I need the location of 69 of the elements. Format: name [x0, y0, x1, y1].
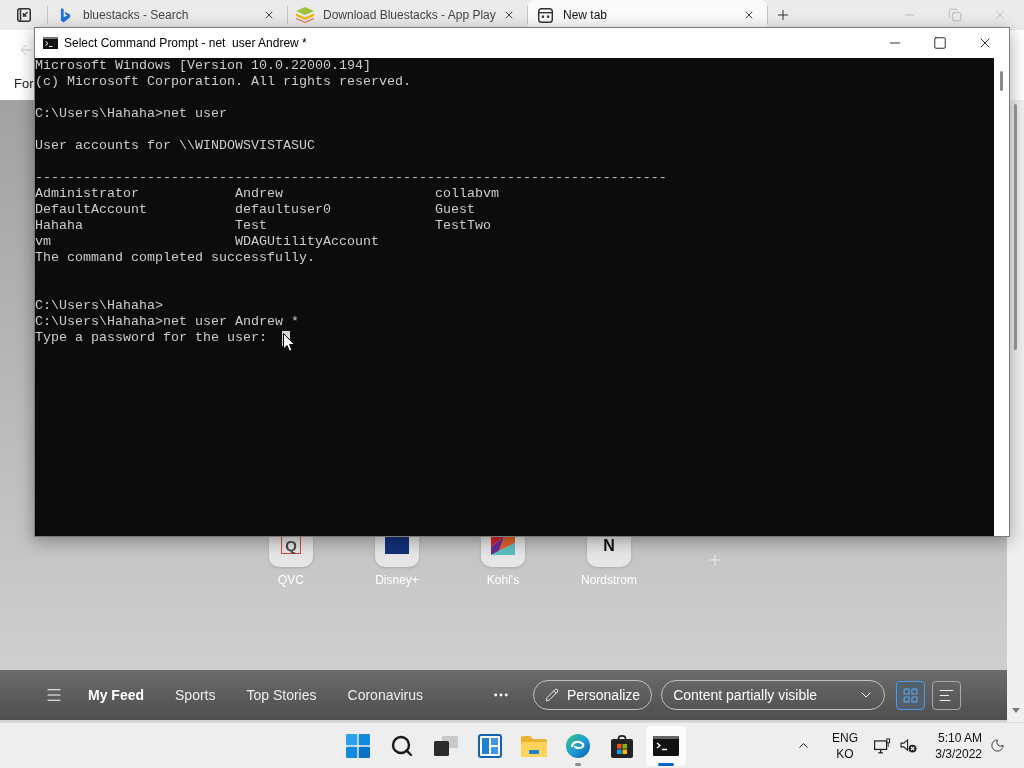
task-view-icon — [434, 735, 458, 756]
grid-icon — [902, 686, 920, 704]
toolbar-text[interactable]: For — [14, 76, 34, 91]
maximize-icon[interactable] — [933, 36, 947, 50]
console-line: C:\Users\Hahaha>net user — [35, 106, 227, 122]
console-line: Microsoft Windows [Version 10.0.22000.194] — [35, 58, 371, 74]
stacked-layers-icon — [296, 7, 314, 23]
volume-muted-icon[interactable] — [900, 738, 917, 753]
account-name: WDAGUtilityAccount — [235, 234, 379, 249]
taskbar-button[interactable] — [646, 725, 686, 766]
moon-icon[interactable] — [990, 738, 1005, 753]
account-name: Administrator — [35, 186, 139, 201]
console-line: (c) Microsoft Corporation. All rights reserved. — [35, 74, 411, 90]
new-tab-icon — [537, 7, 553, 23]
console-line: The command completed successfully. — [35, 250, 315, 266]
close-icon[interactable] — [743, 9, 755, 21]
account-name: vm — [35, 234, 51, 249]
browser-tab[interactable]: New tab — [528, 0, 767, 30]
geometric-logo-icon — [491, 537, 515, 555]
shortcut-tile[interactable] — [375, 537, 419, 567]
close-icon[interactable] — [263, 9, 275, 21]
logo-icon — [385, 537, 409, 554]
scrollbar-thumb[interactable] — [1014, 104, 1017, 350]
logo-letter: N — [603, 537, 615, 554]
shortcut-tile[interactable] — [481, 537, 525, 567]
account-name: Guest — [435, 202, 475, 217]
browser-tab[interactable]: bluestacks - Search — [48, 0, 287, 30]
search-icon — [390, 733, 414, 758]
shopping-bag-icon — [610, 733, 634, 758]
scroll-down-arrow-icon[interactable] — [1011, 708, 1020, 713]
feed-tab[interactable]: My Feed — [88, 684, 144, 706]
console-line: ------------------------------------------------------------------------------- — [35, 170, 667, 186]
clock[interactable]: 5:10 AM 3/3/2022 — [930, 729, 982, 762]
shortcut-tile[interactable]: Q — [269, 537, 313, 567]
window-title: Select Command Prompt - net user Andrew * — [64, 35, 307, 52]
account-name: defaultuser0 — [235, 202, 331, 217]
console-line: C:\Users\Hahaha>net user Andrew * — [35, 314, 299, 330]
browser-logo-icon — [566, 733, 590, 758]
account-name: TestTwo — [435, 218, 491, 233]
account-name: DefaultAccount — [35, 202, 147, 217]
account-name: collabvm — [435, 186, 499, 201]
feed-tab[interactable]: Coronavirus — [347, 684, 423, 706]
widgets-icon — [478, 733, 502, 758]
language-indicator[interactable]: ENG KO — [828, 729, 862, 762]
pencil-icon — [545, 688, 559, 702]
scrollbar[interactable] — [994, 58, 1009, 536]
close-icon[interactable] — [503, 9, 515, 21]
scrollbar-thumb[interactable] — [1000, 71, 1003, 91]
terminal-icon — [43, 37, 58, 49]
console-prompt: Type a password for the user: — [35, 330, 267, 346]
folder-icon — [521, 734, 547, 757]
console-line: User accounts for \\WINDOWSVISTASUC — [35, 138, 315, 154]
shortcut-tile[interactable]: N — [587, 537, 631, 567]
list-view-button[interactable] — [932, 680, 962, 710]
new-tab-plus-icon[interactable] — [775, 7, 791, 23]
account-name: Test — [235, 218, 267, 233]
menu-icon[interactable] — [45, 686, 63, 704]
network-icon[interactable] — [874, 737, 891, 754]
b-logo-icon — [59, 7, 71, 23]
terminal-icon — [653, 735, 679, 756]
start-icon — [346, 733, 370, 758]
console-line: C:\Users\Hahaha> — [35, 298, 163, 314]
account-name: Hahaha — [35, 218, 83, 233]
tab-actions-icon[interactable] — [17, 8, 31, 22]
feed-tab[interactable]: Top Stories — [246, 684, 317, 706]
mouse-pointer-icon — [283, 333, 295, 352]
account-name: Andrew — [235, 186, 283, 201]
feed-tab[interactable]: Sports — [175, 684, 216, 706]
browser-tab[interactable]: Download Bluestacks - App Play — [288, 0, 527, 30]
